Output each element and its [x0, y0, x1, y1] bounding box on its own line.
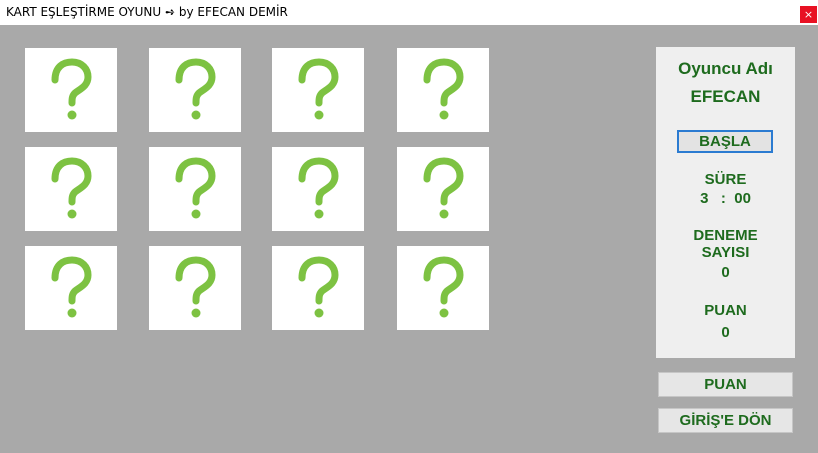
score-value: 0	[721, 324, 730, 341]
memory-card[interactable]	[25, 48, 117, 132]
attempts-label-line2: SAYISI	[701, 244, 750, 261]
back-to-login-button[interactable]: GİRİŞ'E DÖN	[658, 408, 793, 433]
attempts-value: 0	[721, 264, 730, 281]
question-mark-icon	[298, 157, 339, 219]
memory-card[interactable]	[25, 246, 117, 330]
close-button[interactable]: ×	[800, 6, 817, 23]
player-name-label: Oyuncu Adı	[678, 59, 773, 78]
time-value: 3 : 00	[700, 190, 751, 207]
question-mark-icon	[298, 58, 339, 120]
question-mark-icon	[51, 157, 92, 219]
memory-card[interactable]	[397, 147, 489, 231]
question-mark-icon	[175, 157, 216, 219]
question-mark-icon	[175, 58, 216, 120]
score-label: PUAN	[704, 302, 747, 319]
question-mark-icon	[51, 58, 92, 120]
question-mark-icon	[423, 256, 464, 318]
memory-card[interactable]	[272, 147, 364, 231]
window-title: KART EŞLEŞTİRME OYUNU ➺ by EFECAN DEMİR	[6, 5, 288, 19]
game-info-panel: Oyuncu Adı EFECAN BAŞLA SÜRE 3 : 00 DENE…	[656, 47, 795, 358]
question-mark-icon	[175, 256, 216, 318]
title-bar: KART EŞLEŞTİRME OYUNU ➺ by EFECAN DEMİR …	[0, 0, 818, 25]
memory-card[interactable]	[397, 48, 489, 132]
memory-card[interactable]	[272, 246, 364, 330]
player-name-value: EFECAN	[690, 87, 761, 106]
memory-card[interactable]	[149, 48, 241, 132]
question-mark-icon	[298, 256, 339, 318]
start-button[interactable]: BAŞLA	[677, 130, 773, 153]
question-mark-icon	[423, 58, 464, 120]
memory-card[interactable]	[25, 147, 117, 231]
memory-card[interactable]	[272, 48, 364, 132]
memory-card[interactable]	[149, 147, 241, 231]
score-button[interactable]: PUAN	[658, 372, 793, 397]
memory-card[interactable]	[149, 246, 241, 330]
question-mark-icon	[51, 256, 92, 318]
time-label: SÜRE	[704, 171, 747, 188]
question-mark-icon	[423, 157, 464, 219]
memory-card[interactable]	[397, 246, 489, 330]
attempts-label-line1: DENEME	[693, 227, 758, 244]
